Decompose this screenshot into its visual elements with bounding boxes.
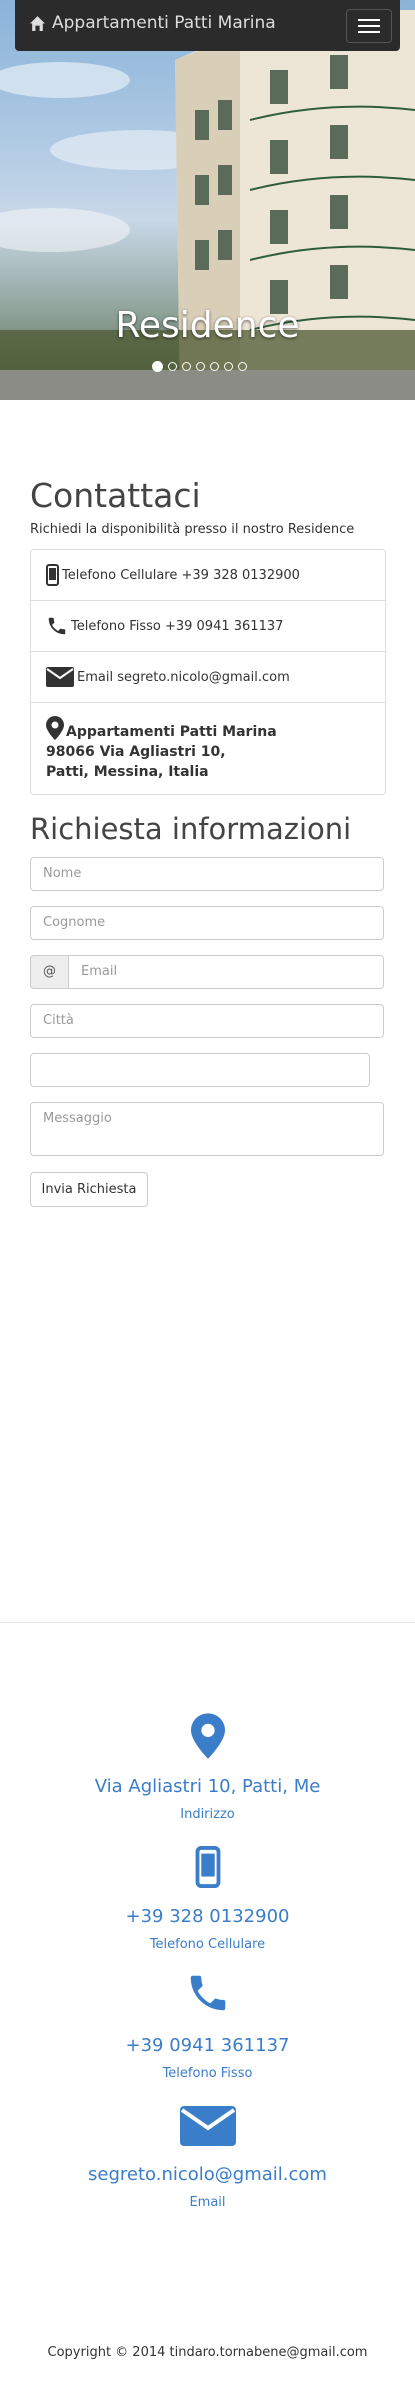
carousel-dot-4[interactable] xyxy=(196,362,205,371)
brand-label: Appartamenti Patti Marina xyxy=(52,13,276,33)
captcha-input[interactable] xyxy=(30,1053,370,1087)
contact-list: Telefono Cellulare +39 328 0132900 Telef… xyxy=(30,549,386,795)
address-city: Patti, Messina, Italia xyxy=(46,764,209,780)
hero-carousel[interactable]: Residence xyxy=(0,0,415,400)
hamburger-icon xyxy=(358,19,380,21)
mobile-value-link[interactable]: +39 328 0132900 xyxy=(0,1906,415,1927)
carousel-indicators[interactable] xyxy=(152,361,247,372)
carousel-caption: Residence xyxy=(115,305,300,346)
list-item-phone: Telefono Fisso +39 0941 361137 xyxy=(31,601,385,652)
address-info: Via Agliastri 10, Patti, Me Indirizzo xyxy=(0,1776,415,1822)
navbar-toggle-button[interactable] xyxy=(346,9,392,43)
section-divider xyxy=(0,1622,415,1623)
carousel-dot-5[interactable] xyxy=(210,362,219,371)
carousel-dot-2[interactable] xyxy=(168,362,177,371)
phone-text: Telefono Fisso +39 0941 361137 xyxy=(71,618,284,634)
carousel-dot-6[interactable] xyxy=(224,362,233,371)
submit-request-button[interactable]: Invia Richiesta xyxy=(30,1172,148,1207)
address-label: Indirizzo xyxy=(180,1807,235,1822)
contact-subtitle: Richiedi la disponibilità presso il nost… xyxy=(30,522,355,537)
phone-icon xyxy=(48,617,66,635)
envelope-icon xyxy=(179,2106,236,2146)
email-input[interactable]: Email xyxy=(68,955,384,989)
mobile-label: Telefono Cellulare xyxy=(149,1937,266,1952)
envelope-icon xyxy=(46,667,74,687)
message-textarea[interactable]: Messaggio xyxy=(30,1102,384,1156)
address-value-link[interactable]: Via Agliastri 10, Patti, Me xyxy=(0,1776,415,1797)
brand-link[interactable]: Appartamenti Patti Marina xyxy=(29,13,276,33)
surname-input[interactable]: Cognome xyxy=(30,906,384,940)
phone-info: +39 0941 361137 Telefono Fisso xyxy=(0,2035,415,2081)
home-icon xyxy=(30,15,45,31)
email-label: Email xyxy=(189,2195,226,2210)
email-info: segreto.nicolo@gmail.com Email xyxy=(0,2164,415,2210)
email-text: Email segreto.nicolo@gmail.com xyxy=(77,669,290,685)
address-block: Appartamenti Patti Marina 98066 Via Agli… xyxy=(46,722,277,782)
contact-title: Contattaci xyxy=(30,476,201,515)
map-marker-icon xyxy=(190,1713,225,1759)
name-input[interactable]: Nome xyxy=(30,857,384,891)
phone-value-link[interactable]: +39 0941 361137 xyxy=(0,2035,415,2056)
copyright-text: Copyright © 2014 tindaro.tornabene@gmail… xyxy=(47,2345,368,2360)
email-addon: @ xyxy=(30,955,69,989)
carousel-dot-7[interactable] xyxy=(238,362,247,371)
carousel-dot-1[interactable] xyxy=(152,361,163,372)
email-value-link[interactable]: segreto.nicolo@gmail.com xyxy=(0,2164,415,2185)
address-street: 98066 Via Agliastri 10, xyxy=(46,744,226,760)
mobile-info: +39 328 0132900 Telefono Cellulare xyxy=(0,1906,415,1952)
address-name: Appartamenti Patti Marina xyxy=(66,724,277,740)
mobile-phone-icon xyxy=(46,564,59,586)
mobile-text: Telefono Cellulare +39 328 0132900 xyxy=(62,567,300,583)
city-input[interactable]: Città xyxy=(30,1004,384,1038)
carousel-dot-3[interactable] xyxy=(182,362,191,371)
list-item-mobile: Telefono Cellulare +39 328 0132900 xyxy=(31,550,385,601)
mobile-phone-icon xyxy=(195,1846,220,1888)
phone-label: Telefono Fisso xyxy=(162,2066,253,2081)
phone-icon xyxy=(190,1975,225,2011)
request-form-title: Richiesta informazioni xyxy=(30,812,352,846)
list-item-email: Email segreto.nicolo@gmail.com xyxy=(31,652,385,703)
navbar: Appartamenti Patti Marina xyxy=(15,0,400,51)
list-item-address: Appartamenti Patti Marina 98066 Via Agli… xyxy=(31,703,385,794)
